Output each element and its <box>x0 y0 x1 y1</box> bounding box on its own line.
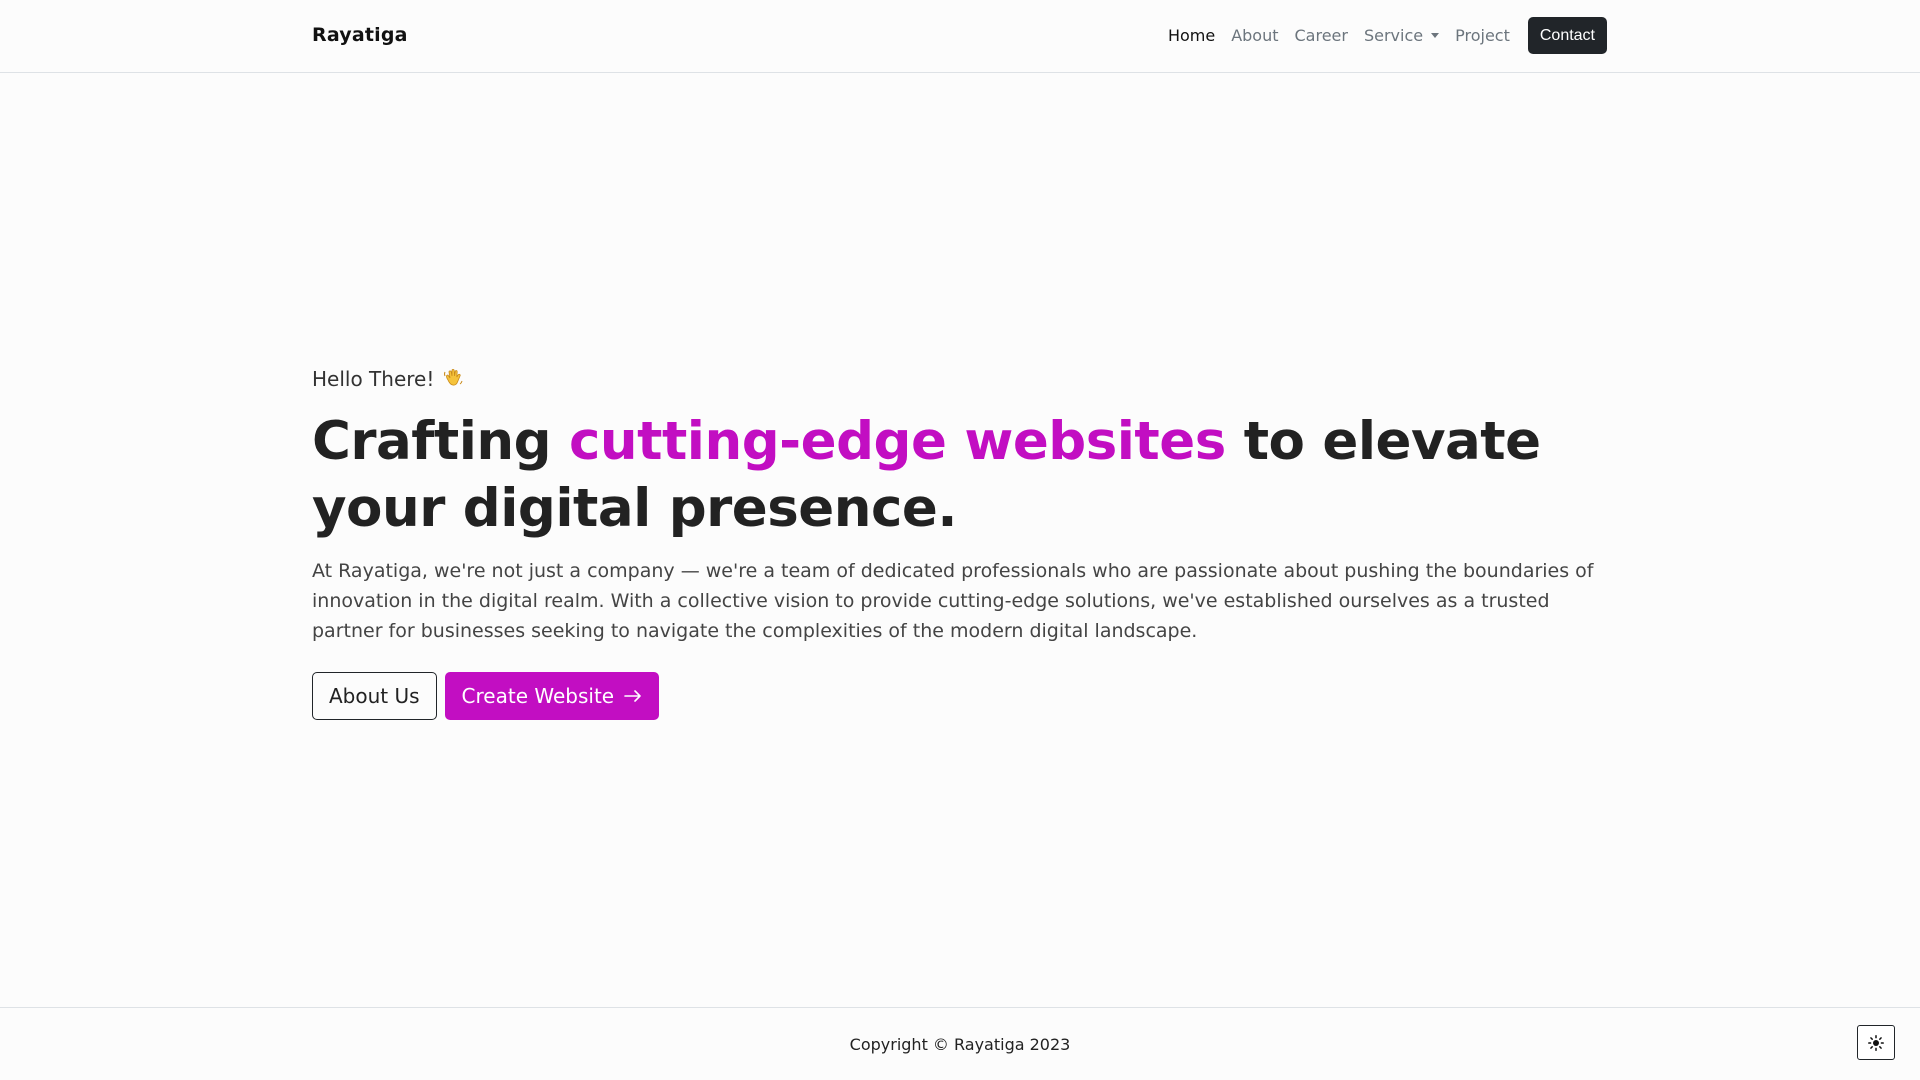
nav-link-project[interactable]: Project <box>1447 26 1518 45</box>
greeting-text: Hello There! <box>312 367 435 391</box>
create-website-button[interactable]: Create Website <box>444 672 660 720</box>
nav-link-service[interactable]: Service <box>1356 26 1447 45</box>
nav-link-service-label: Service <box>1363 26 1424 45</box>
nav-link-about[interactable]: About <box>1223 26 1286 45</box>
brand-logo[interactable]: Rayatiga <box>312 24 408 46</box>
sun-icon <box>1868 1034 1884 1051</box>
caret-down-icon <box>1431 33 1440 38</box>
headline-start: Crafting <box>312 411 569 472</box>
waving-hand-icon <box>442 367 464 392</box>
contact-button[interactable]: Contact <box>1527 17 1607 54</box>
arrow-right-icon <box>624 690 641 702</box>
navbar: Rayatiga Home About Career Service Proje… <box>0 0 1920 73</box>
theme-toggle-button[interactable] <box>1857 1025 1895 1060</box>
headline-accent: cutting-edge websites <box>568 411 1226 472</box>
footer: Copyright © Rayatiga 2023 <box>0 1007 1920 1080</box>
hero-section: Hello There! Crafting cutting-edge websi… <box>312 364 1608 720</box>
nav-links: Home About Career Service Project Contac… <box>1160 17 1607 54</box>
greeting: Hello There! <box>312 364 1608 394</box>
copyright-text: Copyright © Rayatiga 2023 <box>849 1035 1071 1054</box>
about-us-button[interactable]: About Us <box>312 672 437 720</box>
hero-headline: Crafting cutting-edge websites to elevat… <box>312 408 1608 542</box>
nav-link-home[interactable]: Home <box>1160 26 1223 45</box>
nav-link-career[interactable]: Career <box>1287 26 1356 45</box>
create-website-label: Create Website <box>461 684 615 708</box>
hero-description: At Rayatiga, we're not just a company — … <box>312 560 1594 642</box>
hero-actions: About Us Create Website <box>312 672 1608 720</box>
